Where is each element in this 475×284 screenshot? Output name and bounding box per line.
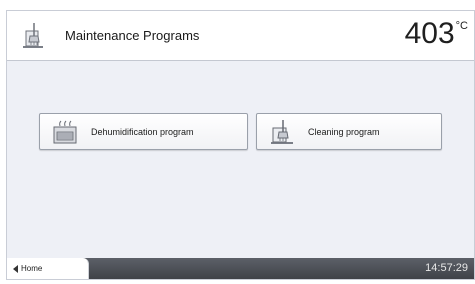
back-arrow-icon <box>13 264 18 273</box>
temperature-unit: °C <box>455 20 468 32</box>
dehumidification-program-label: Dehumidification program <box>91 126 194 137</box>
cleaning-program-button[interactable]: Cleaning program <box>256 113 442 150</box>
temperature-display: 403 °C <box>405 17 468 51</box>
clock: 14:57:29 <box>425 262 468 274</box>
maintenance-programs-screen: Maintenance Programs 403 °C Dehumidifica… <box>6 10 475 280</box>
footer-bar: Home 14:57:29 <box>7 258 474 279</box>
home-label: Home <box>21 264 43 273</box>
page-title: Maintenance Programs <box>65 28 200 43</box>
cleaning-brush-icon <box>23 23 43 48</box>
temperature-value: 403 <box>404 17 455 50</box>
header-bar: Maintenance Programs 403 °C <box>7 11 474 61</box>
cleaning-program-label: Cleaning program <box>308 126 380 137</box>
dehumidification-furnace-icon <box>53 120 77 143</box>
home-button[interactable]: Home <box>7 258 89 279</box>
cleaning-brush-icon <box>271 119 293 144</box>
dehumidification-program-button[interactable]: Dehumidification program <box>39 113 248 150</box>
